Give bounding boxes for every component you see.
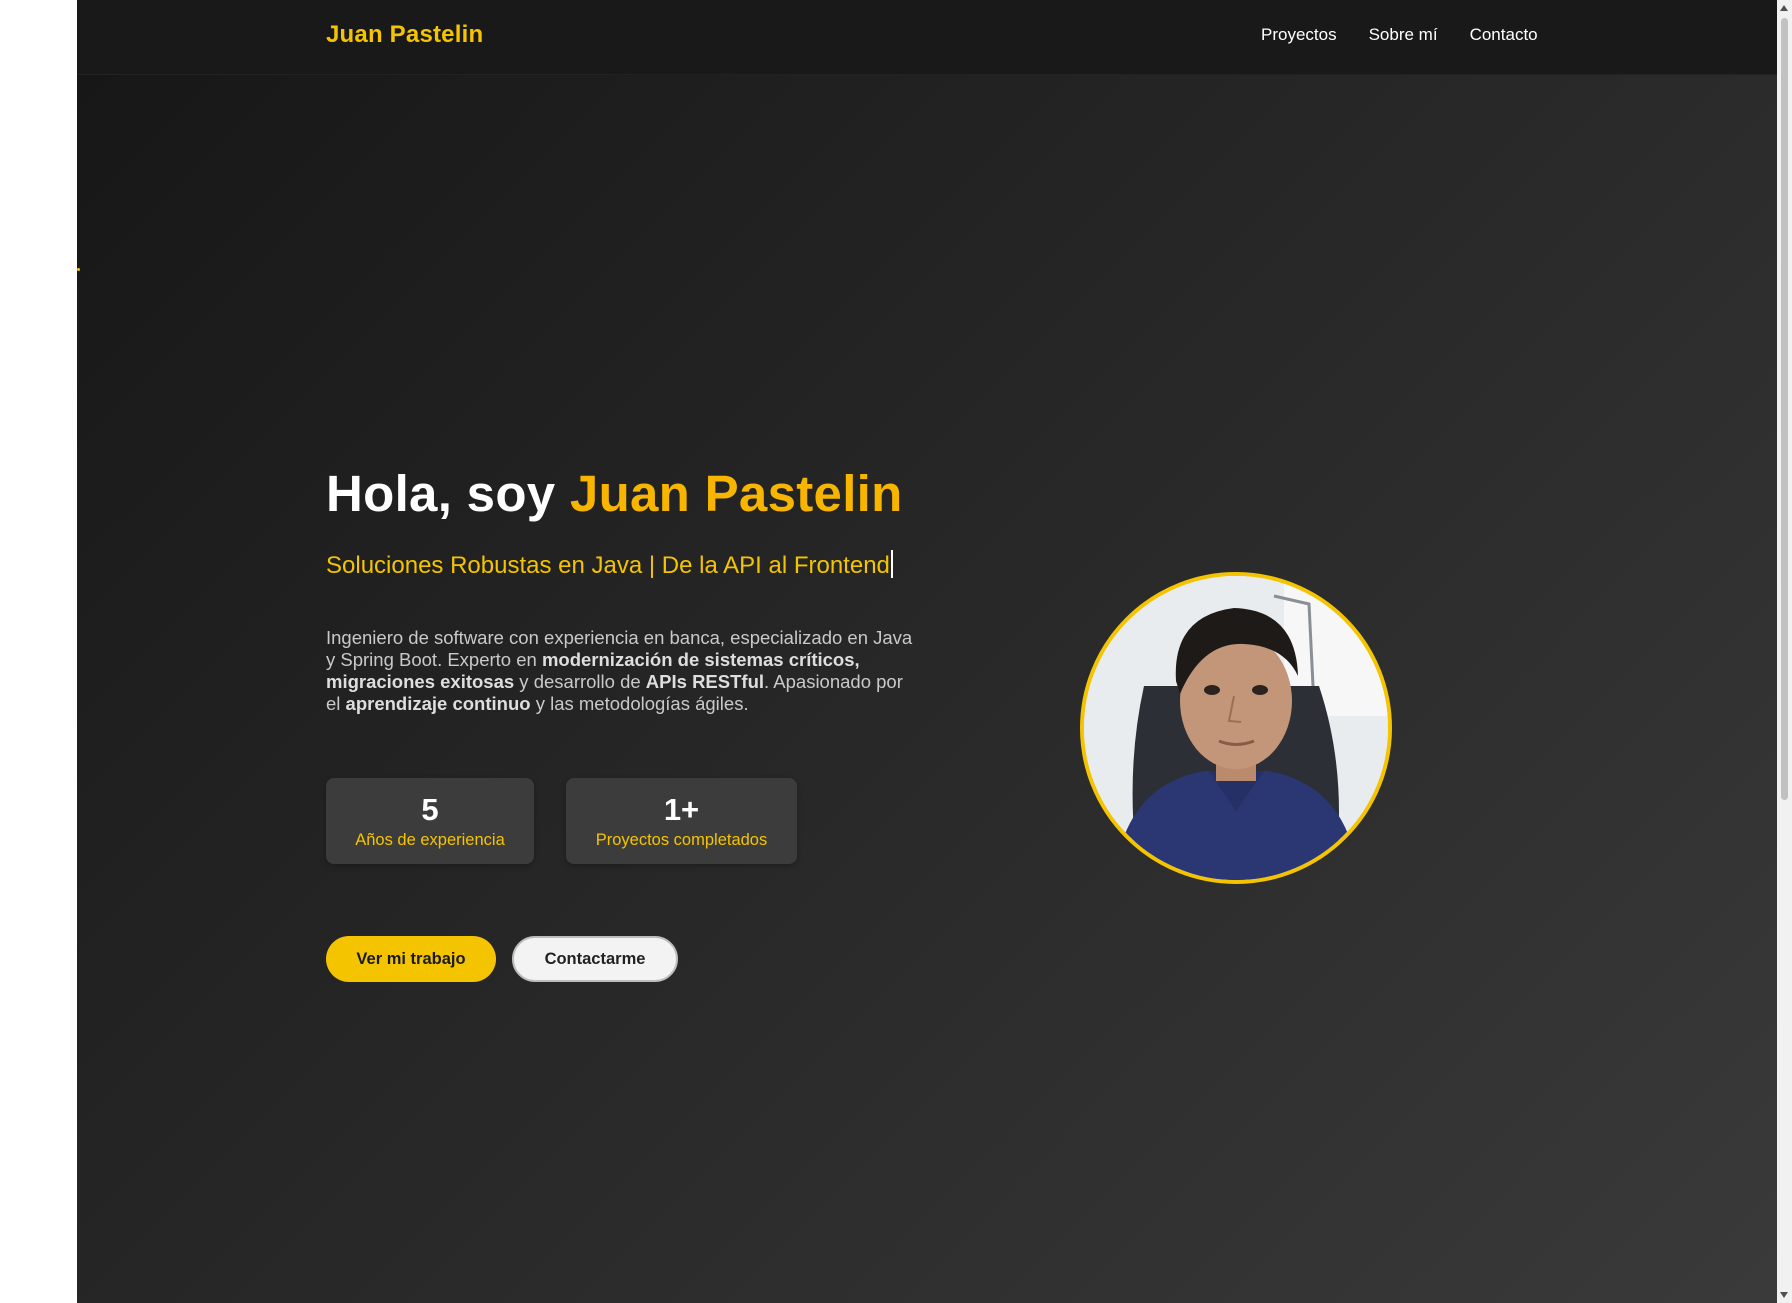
nav-links: Proyectos Sobre mí Contacto <box>1261 25 1538 45</box>
bio-bold-3: aprendizaje continuo <box>345 693 531 715</box>
contact-button[interactable]: Contactarme <box>512 936 678 982</box>
brand-logo[interactable]: Juan Pastelin <box>326 21 483 49</box>
stat-label: Proyectos completados <box>595 830 768 849</box>
scroll-up-arrow-icon[interactable] <box>1780 5 1788 11</box>
decorative-dot <box>77 268 80 271</box>
bio-text-2: y desarrollo de <box>514 671 646 693</box>
view-work-button[interactable]: Ver mi trabajo <box>326 936 496 982</box>
nav-link-sobre-mi[interactable]: Sobre mí <box>1369 25 1438 45</box>
hero-section: Hola, soy Juan Pastelin Soluciones Robus… <box>326 465 946 734</box>
hero-name: Juan Pastelin <box>569 465 903 522</box>
scroll-down-arrow-icon[interactable] <box>1780 1292 1788 1298</box>
stat-card-projects: 1+ Proyectos completados <box>566 778 797 864</box>
hero-bio: Ingeniero de software con experiencia en… <box>326 627 916 715</box>
stat-label: Años de experiencia <box>355 830 505 849</box>
hero-greeting: Hola, soy <box>326 465 570 522</box>
hero-tagline: Soluciones Robustas en Java | De la API … <box>326 550 946 581</box>
navbar: Juan Pastelin Proyectos Sobre mí Contact… <box>77 0 1777 75</box>
profile-avatar <box>1080 572 1392 884</box>
bio-bold-2: APIs RESTful <box>645 671 765 693</box>
nav-link-contacto[interactable]: Contacto <box>1470 25 1538 45</box>
typing-caret <box>890 550 893 579</box>
bio-text-4: y las metodologías ágiles. <box>530 693 749 715</box>
profile-photo-icon <box>1084 576 1388 880</box>
scroll-thumb[interactable] <box>1781 18 1788 800</box>
hero-actions: Ver mi trabajo Contactarme <box>326 936 678 982</box>
stats-row: 5 Años de experiencia 1+ Proyectos compl… <box>326 778 797 864</box>
page-viewport: Juan Pastelin Proyectos Sobre mí Contact… <box>77 0 1777 1303</box>
tagline-text: Soluciones Robustas en Java | De la API … <box>326 551 890 579</box>
hero-title: Hola, soy Juan Pastelin <box>326 465 946 524</box>
nav-link-proyectos[interactable]: Proyectos <box>1261 25 1337 45</box>
stat-card-experience: 5 Años de experiencia <box>326 778 534 864</box>
vertical-scrollbar[interactable] <box>1777 0 1792 1303</box>
stat-number: 5 <box>421 791 439 827</box>
stat-number: 1+ <box>663 791 700 827</box>
